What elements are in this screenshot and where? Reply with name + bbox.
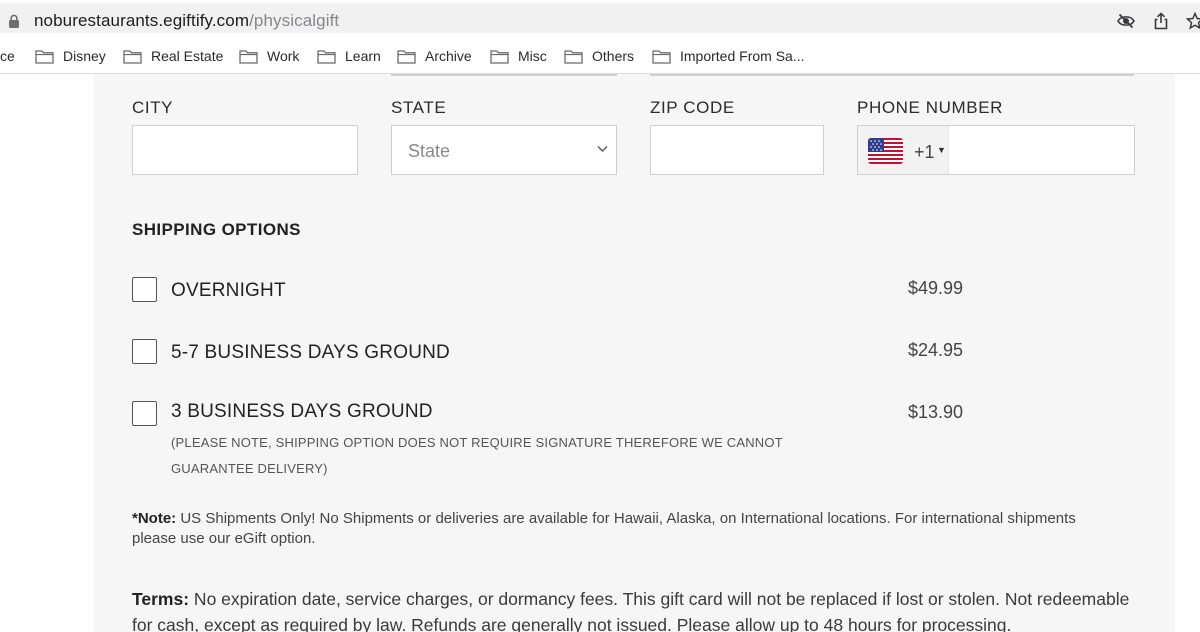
bookmark-label: ce — [0, 48, 15, 64]
state-select[interactable]: State — [391, 125, 617, 175]
terms-text: No expiration date, service charges, or … — [132, 589, 1130, 632]
dial-code: +1 — [914, 142, 935, 162]
ground-3-days-checkbox[interactable] — [132, 401, 157, 426]
folder-icon — [123, 49, 142, 64]
shipping-options-title: SHIPPING OPTIONS — [132, 220, 301, 239]
overnight-price: $49.99 — [908, 278, 964, 298]
shipping-note: *Note: US Shipments Only! No Shipments o… — [132, 509, 1102, 549]
url-host: noburestaurants.egiftify.com — [34, 11, 250, 30]
note-label: *Note: — [132, 510, 177, 527]
chevron-down-icon — [597, 146, 608, 152]
lock-icon — [9, 14, 19, 28]
star-icon[interactable] — [1186, 12, 1200, 30]
ground-3-days-price: $13.90 — [908, 402, 964, 422]
country-code-dropdown[interactable]: +1 ▼ — [858, 126, 948, 174]
caret-down-icon: ▼ — [937, 145, 946, 155]
note-text: US Shipments Only! No Shipments or deliv… — [132, 510, 1076, 547]
ground-5-7-days-checkbox[interactable] — [132, 339, 157, 364]
city-input[interactable] — [132, 125, 358, 175]
bookmark-label: Archive — [425, 48, 472, 64]
bookmark-label: Misc — [518, 48, 547, 64]
ground-3-days-label[interactable]: 3 BUSINESS DAYS GROUND — [171, 401, 433, 423]
bookmark-label: Others — [592, 48, 635, 64]
folder-icon — [397, 49, 416, 64]
overnight-label[interactable]: OVERNIGHT — [171, 280, 286, 302]
city-label: CITY — [132, 98, 174, 117]
bookmarks-bar: ce Disney Real Estate Work Learn Archive… — [0, 36, 1200, 74]
folder-icon — [490, 49, 509, 64]
bookmark-label: Disney — [63, 48, 106, 64]
bookmark-label: Real Estate — [151, 48, 224, 64]
overnight-checkbox[interactable] — [132, 277, 157, 302]
folder-icon — [564, 49, 583, 64]
bookmark-folder-misc[interactable]: Misc — [490, 47, 547, 65]
url-path: /physicalgift — [249, 11, 340, 30]
browser-address-bar: noburestaurants.egiftify.com/physicalgif… — [0, 0, 1200, 36]
state-label: STATE — [391, 98, 447, 117]
bookmark-item[interactable]: ce — [0, 47, 15, 65]
terms-paragraph: Terms: No expiration date, service charg… — [132, 586, 1132, 632]
ground-5-7-days-price: $24.95 — [908, 340, 964, 360]
phone-number-label: PHONE NUMBER — [857, 98, 1004, 117]
bookmark-label: Imported From Sa... — [680, 48, 805, 64]
divider — [948, 126, 949, 174]
state-select-value: State — [408, 141, 451, 161]
folder-icon — [239, 49, 258, 64]
previous-field-edge — [391, 74, 617, 76]
zip-code-label: ZIP CODE — [650, 98, 735, 117]
bookmark-folder-imported[interactable]: Imported From Sa... — [652, 47, 804, 65]
previous-field-edge — [650, 74, 1134, 76]
bookmark-folder-others[interactable]: Others — [564, 47, 634, 65]
bookmark-folder-archive[interactable]: Archive — [397, 47, 472, 65]
terms-label: Terms: — [132, 589, 190, 609]
us-flag-icon — [868, 138, 903, 164]
bookmark-folder-learn[interactable]: Learn — [317, 47, 381, 65]
ground-3-days-note: (PLEASE NOTE, SHIPPING OPTION DOES NOT R… — [171, 435, 783, 476]
folder-icon — [317, 49, 336, 64]
share-icon[interactable] — [1152, 12, 1170, 30]
bookmark-folder-work[interactable]: Work — [239, 47, 299, 65]
phone-number-input[interactable]: +1 ▼ — [857, 125, 1135, 175]
hide-eye-icon[interactable] — [1117, 12, 1135, 30]
zip-code-input[interactable] — [650, 125, 824, 175]
ground-5-7-days-label[interactable]: 5-7 BUSINESS DAYS GROUND — [171, 342, 450, 364]
url-text[interactable]: noburestaurants.egiftify.com/physicalgif… — [34, 11, 339, 31]
bookmark-folder-real-estate[interactable]: Real Estate — [123, 47, 223, 65]
bookmark-folder-disney[interactable]: Disney — [35, 47, 106, 65]
folder-icon — [35, 49, 54, 64]
folder-icon — [652, 49, 671, 64]
bookmark-label: Work — [267, 48, 300, 64]
url-field[interactable]: noburestaurants.egiftify.com/physicalgif… — [0, 3, 1200, 33]
bookmark-label: Learn — [345, 48, 381, 64]
